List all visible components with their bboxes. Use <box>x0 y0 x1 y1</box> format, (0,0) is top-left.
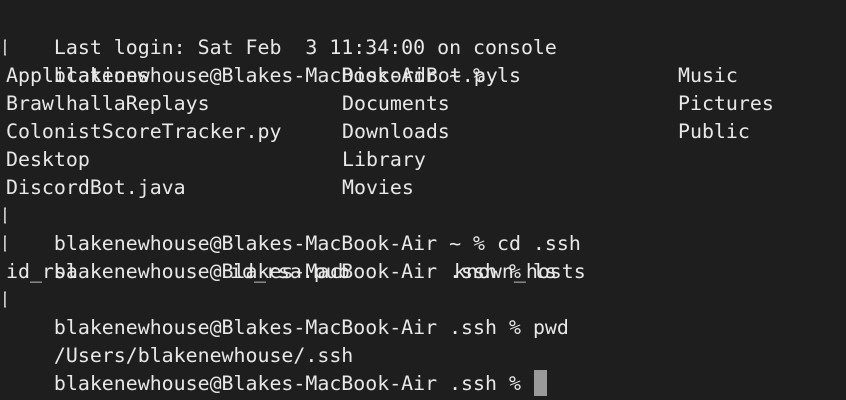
pwd-output-line: /Users/blakenewhouse/.ssh <box>0 314 846 367</box>
line-marker: [ <box>0 230 6 258</box>
ls-output-row: Applications DiscordBot.py Music <box>0 62 846 90</box>
ls-entry: Desktop <box>6 148 90 171</box>
command-line: [blakenewhouse@Blakes-MacBook-Air ~ % cd… <box>0 202 846 255</box>
ls-entry: Music <box>678 64 738 87</box>
ls-entry: Downloads <box>342 120 450 143</box>
line-marker: [ <box>0 202 6 230</box>
ls-output-row: id_rsa id_rsa.pub known_hosts <box>0 258 846 286</box>
ls-entry: Library <box>342 148 426 171</box>
prompt: blakenewhouse@Blakes-MacBook-Air .ssh % <box>53 372 521 395</box>
line-marker: [ <box>0 286 6 314</box>
ls-output-row: DiscordBot.java Movies <box>0 174 846 202</box>
line-marker: [ <box>0 34 6 62</box>
command-line: [blakenewhouse@Blakes-MacBook-Air .ssh %… <box>0 230 846 283</box>
ls-entry: DiscordBot.java <box>6 176 186 199</box>
ls-entry: DiscordBot.py <box>342 64 498 87</box>
ls-entry: Documents <box>342 92 450 115</box>
active-prompt-line[interactable]: blakenewhouse@Blakes-MacBook-Air .ssh % <box>0 342 846 396</box>
ls-entry: id_rsa.pub <box>230 260 350 283</box>
ls-output-row: BrawlhallaReplays Documents Pictures <box>0 90 846 118</box>
ls-entry: BrawlhallaReplays <box>6 92 210 115</box>
ls-output-row: Desktop Library <box>0 146 846 174</box>
ls-output-row: ColonistScoreTracker.py Downloads Public <box>0 118 846 146</box>
ls-entry: known_hosts <box>454 260 586 283</box>
command-line: [blakenewhouse@Blakes-MacBook-Air ~ % ls <box>0 34 846 87</box>
ls-entry: ColonistScoreTracker.py <box>6 120 282 143</box>
ls-entry: Applications <box>6 64 150 87</box>
ls-entry: Pictures <box>678 92 774 115</box>
last-login-line: Last login: Sat Feb 3 11:34:00 on consol… <box>0 6 846 59</box>
ls-entry: id_rsa <box>6 260 78 283</box>
text-cursor[interactable] <box>533 370 547 396</box>
command-line: [blakenewhouse@Blakes-MacBook-Air .ssh %… <box>0 286 846 339</box>
ls-entry: Public <box>678 120 750 143</box>
terminal-window[interactable]: Last login: Sat Feb 3 11:34:00 on consol… <box>0 0 846 400</box>
ls-entry: Movies <box>342 176 414 199</box>
